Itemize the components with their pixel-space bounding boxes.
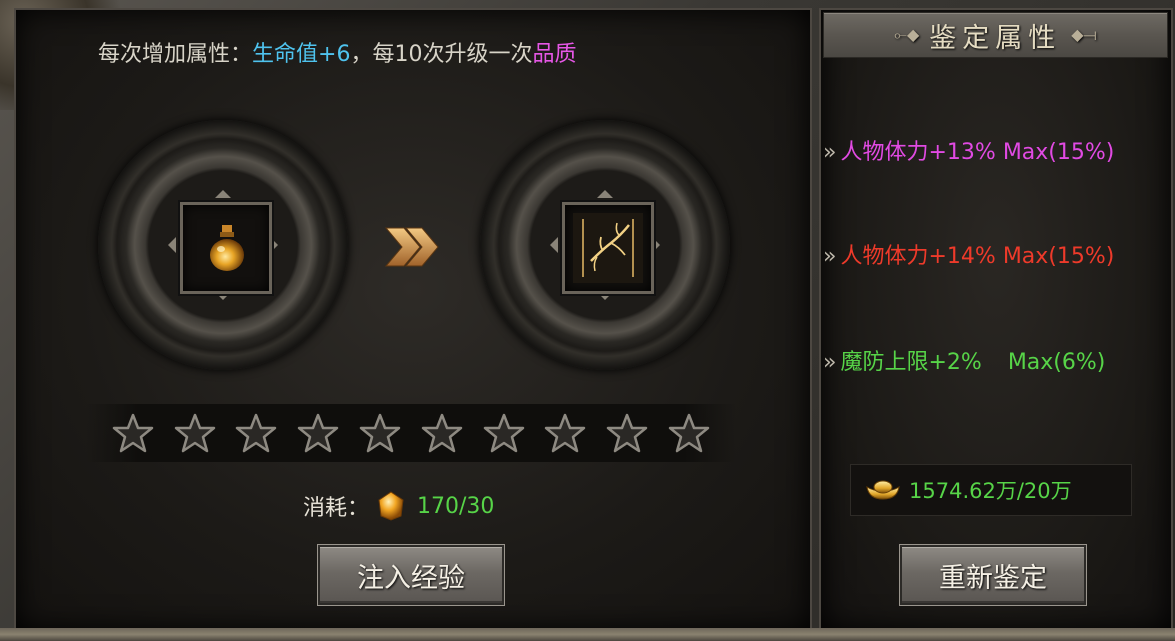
reidentify-button[interactable]: 重新鉴定 <box>900 545 1086 605</box>
bottom-border <box>0 628 1175 641</box>
slot-arrow-up-icon <box>215 182 231 198</box>
info-middle: ，每10次升级一次 <box>350 42 533 67</box>
identify-attribute-1: » 人物体力+13% Max(15%) <box>823 134 1114 166</box>
chevron-icon: » <box>823 140 837 165</box>
star-icon <box>668 413 710 453</box>
next-item-ring <box>480 120 730 370</box>
slot-arrow-right-icon <box>270 237 286 253</box>
star-icon <box>112 413 154 453</box>
double-chevron-right-icon <box>384 227 439 267</box>
star-icon <box>174 413 215 453</box>
slot-arrow-down-icon <box>597 292 613 308</box>
attribute-name: 人物体力+14% <box>840 244 996 269</box>
cost-value: 170/30 <box>417 493 495 519</box>
gold-ingot-icon <box>866 480 900 500</box>
cost-row: 消耗： 170/30 <box>303 490 494 522</box>
attribute-name: 魔防上限+2% <box>840 350 982 375</box>
gold-balance: 1574.62万/20万 <box>850 464 1132 516</box>
identify-attribute-2: » 人物体力+14% Max(15%) <box>823 238 1114 270</box>
star-icon <box>607 413 648 453</box>
potion-icon <box>210 225 244 271</box>
chevron-icon: » <box>823 350 837 375</box>
gem-icon <box>378 491 404 521</box>
identify-title-bar: ⟜◆ 鉴定属性 ◆⟞ <box>823 12 1168 58</box>
chevron-icon: » <box>823 244 837 269</box>
upgrade-info: 每次增加属性：生命值+6，每10次升级一次品质 <box>98 36 576 68</box>
next-item-slot[interactable] <box>562 202 654 294</box>
info-attribute: 生命值+6 <box>252 42 351 67</box>
identify-attribute-3: » 魔防上限+2% Max(6%) <box>823 344 1105 376</box>
branch-icon <box>573 213 643 283</box>
current-item-ring <box>98 120 348 370</box>
attribute-name: 人物体力+13% <box>840 140 996 165</box>
attribute-max: Max(15%) <box>1002 244 1115 269</box>
star-icon <box>545 413 586 453</box>
star-icon <box>483 413 524 453</box>
attribute-max: Max(15%) <box>1002 140 1115 165</box>
slot-arrow-right-icon <box>652 237 668 253</box>
star-icon <box>421 413 463 453</box>
info-prefix: 每次增加属性： <box>98 42 253 67</box>
star-rating <box>86 404 736 462</box>
gold-value: 1574.62万/20万 <box>909 479 1072 503</box>
current-item-slot[interactable] <box>180 202 272 294</box>
star-icon <box>236 413 277 453</box>
identify-title: 鉴定属性 <box>929 22 1062 54</box>
attribute-max: Max(6%) <box>1007 350 1106 375</box>
slot-arrow-down-icon <box>215 292 231 308</box>
slot-arrow-left-icon <box>542 237 558 253</box>
inject-experience-button[interactable]: 注入经验 <box>318 545 504 605</box>
slot-arrow-up-icon <box>597 182 613 198</box>
star-icon <box>298 413 339 453</box>
cost-label: 消耗： <box>303 496 370 521</box>
identify-panel <box>819 8 1173 632</box>
star-icon <box>359 413 401 453</box>
title-ornament-right-icon: ◆⟞ <box>1071 25 1097 44</box>
title-ornament-left-icon: ⟜◆ <box>894 25 920 44</box>
info-quality: 品质 <box>532 42 577 67</box>
slot-arrow-left-icon <box>160 237 176 253</box>
